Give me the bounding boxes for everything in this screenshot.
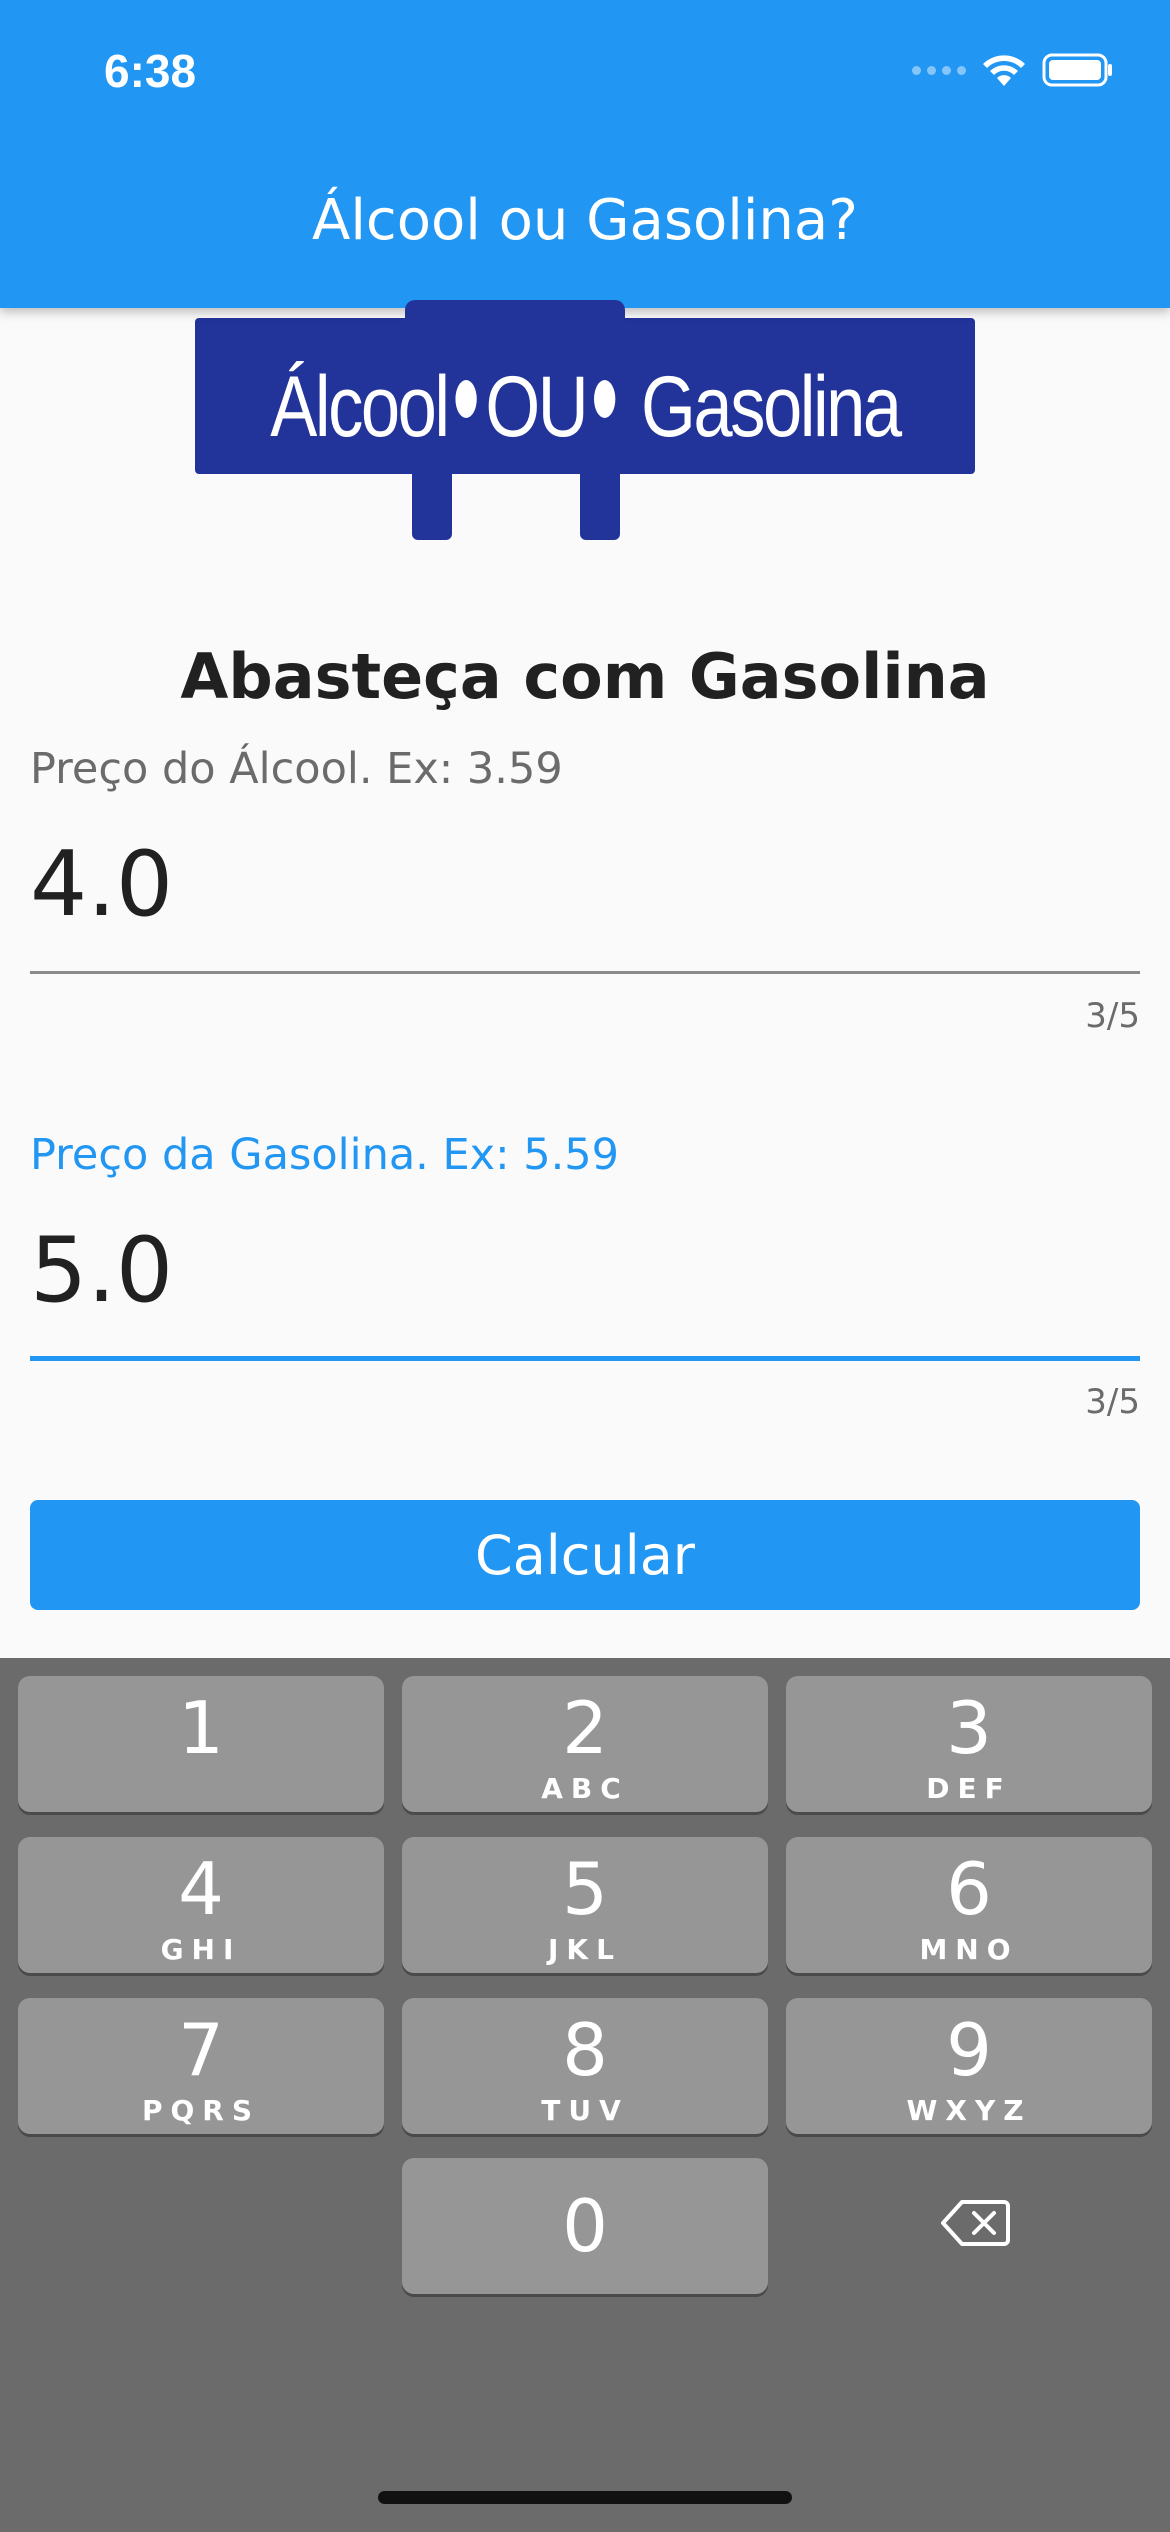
key-6[interactable]: 6 MNO [786, 1837, 1152, 1973]
key-2[interactable]: 2 ABC [402, 1676, 768, 1812]
key-0[interactable]: 0 [402, 2158, 768, 2294]
gasolina-price-label: Preço da Gasolina. Ex: 5.59 [30, 1130, 620, 1180]
key-7[interactable]: 7 PQRS [18, 1998, 384, 2134]
alcool-price-input[interactable]: 4.0 [30, 840, 1140, 930]
alcool-price-underline [30, 971, 1140, 974]
home-indicator [378, 2491, 792, 2504]
status-time: 6:38 [104, 45, 197, 97]
key-5[interactable]: 5 JKL [402, 1837, 768, 1973]
key-4[interactable]: 4 GHI [18, 1837, 384, 1973]
gasolina-price-underline [30, 1356, 1140, 1361]
logo-leg-right [580, 470, 620, 540]
screen: 6:38 Álcool ou Gasolina? Álcool OU Gasoli… [0, 0, 1170, 2532]
gasolina-price-input[interactable]: 5.0 [30, 1226, 1140, 1316]
key-8[interactable]: 8 TUV [402, 1998, 768, 2134]
status-icons [912, 52, 1114, 88]
signal-icon [912, 65, 966, 75]
calculate-button[interactable]: Calcular [30, 1500, 1140, 1610]
key-3[interactable]: 3 DEF [786, 1676, 1152, 1812]
key-1[interactable]: 1 [18, 1676, 384, 1812]
app-title: Álcool ou Gasolina? [312, 188, 858, 253]
logo-text: Álcool OU Gasolina [270, 359, 902, 455]
key-9[interactable]: 9 WXYZ [786, 1998, 1152, 2134]
backspace-icon[interactable] [940, 2198, 1010, 2248]
app-logo: Álcool OU Gasolina [195, 318, 975, 474]
wifi-icon [983, 55, 1025, 86]
alcool-price-counter: 3/5 [1085, 996, 1140, 1036]
result-text: Abasteça com Gasolina [180, 640, 990, 713]
gasolina-price-field[interactable]: Preço da Gasolina. Ex: 5.59 5.0 3/5 [30, 1130, 1140, 1430]
battery-icon [1042, 53, 1112, 87]
alcool-price-field[interactable]: Preço do Álcool. Ex: 3.59 4.0 3/5 [30, 744, 1140, 1044]
gasolina-price-counter: 3/5 [1085, 1382, 1140, 1422]
app-bar: 6:38 Álcool ou Gasolina? [0, 0, 1170, 308]
logo-tab [405, 300, 625, 330]
alcool-price-label: Preço do Álcool. Ex: 3.59 [30, 744, 563, 794]
logo-leg-left [412, 470, 452, 540]
